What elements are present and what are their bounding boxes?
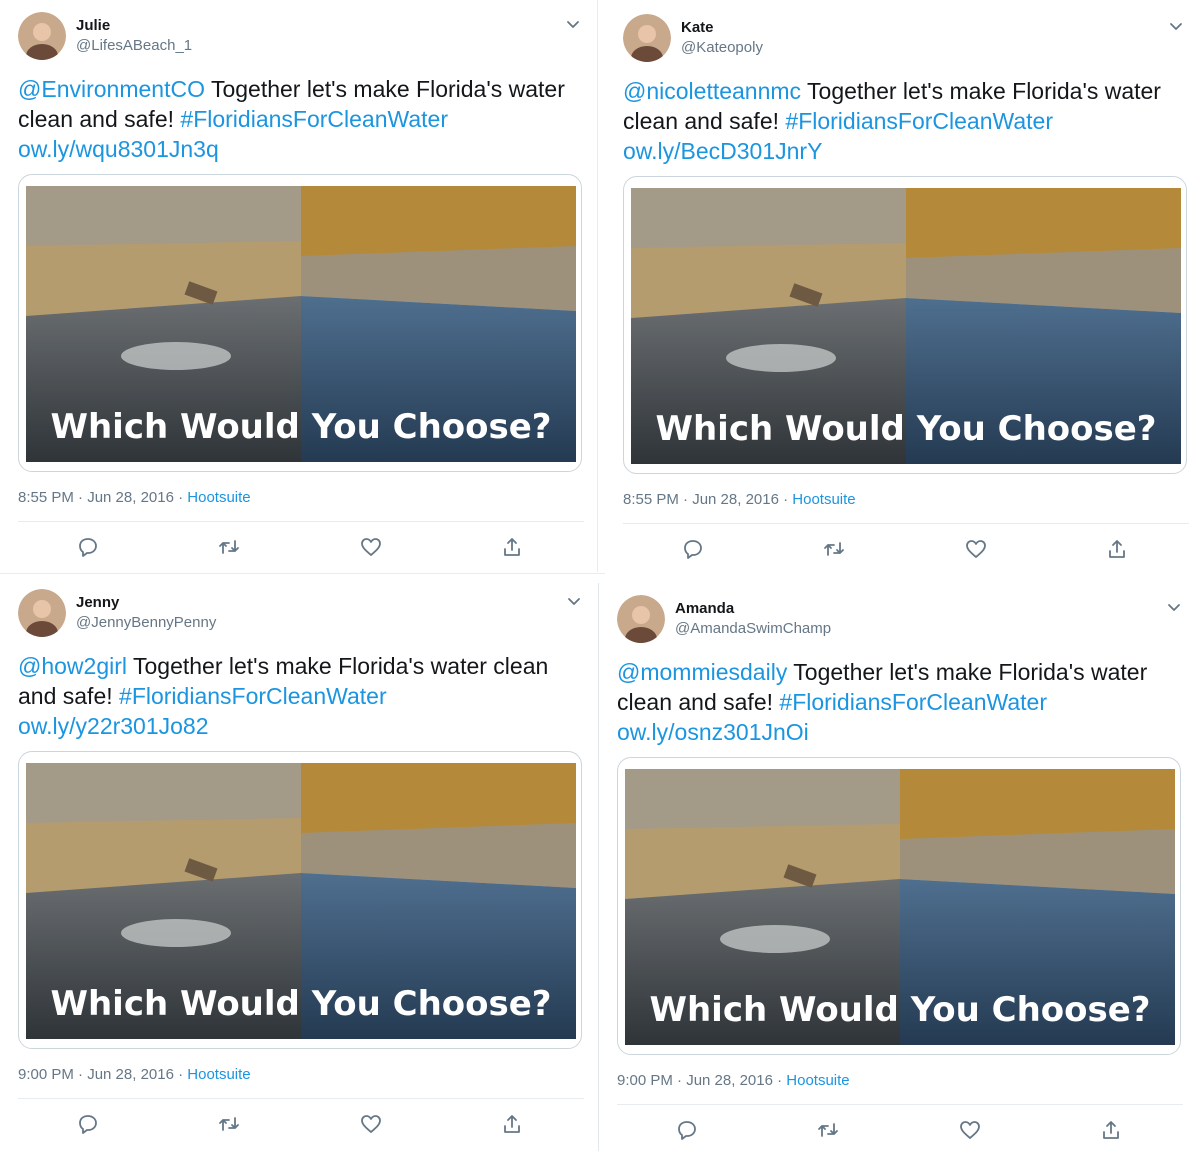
retweet-icon[interactable] bbox=[816, 1118, 840, 1142]
tweet-card-2[interactable]: Kate @Kateopoly @nicoletteannmc Together… bbox=[605, 2, 1200, 574]
tweet-image[interactable]: Which Would You Choose? bbox=[18, 174, 582, 472]
url-link[interactable]: ow.ly/BecD301JnrY bbox=[623, 138, 822, 164]
timestamp[interactable]: 9:00 PM · Jun 28, 2016 · bbox=[617, 1072, 786, 1089]
hashtag-link[interactable]: #FloridiansForCleanWater bbox=[779, 689, 1047, 715]
tweet-image[interactable]: Which Would You Choose? bbox=[617, 757, 1181, 1055]
chevron-down-icon[interactable] bbox=[1166, 599, 1182, 615]
reply-icon[interactable] bbox=[76, 1112, 100, 1136]
divider bbox=[18, 521, 584, 522]
tweet-text: @nicoletteannmc Together let's make Flor… bbox=[623, 76, 1183, 166]
user-handle[interactable]: @AmandaSwimChamp bbox=[675, 620, 831, 637]
timestamp[interactable]: 8:55 PM · Jun 28, 2016 · bbox=[18, 489, 187, 506]
tweet-card-1[interactable]: Julie @LifesABeach_1 @EnvironmentCO Toge… bbox=[0, 0, 598, 572]
action-bar bbox=[18, 533, 584, 561]
retweet-icon[interactable] bbox=[822, 537, 846, 561]
avatar[interactable] bbox=[617, 595, 665, 643]
display-name[interactable]: Julie bbox=[76, 17, 110, 34]
retweet-icon[interactable] bbox=[217, 1112, 241, 1136]
image-caption: Which Would You Choose? bbox=[649, 990, 1150, 1030]
url-link[interactable]: ow.ly/y22r301Jo82 bbox=[18, 713, 209, 739]
display-name[interactable]: Amanda bbox=[675, 600, 734, 617]
image-caption: Which Would You Choose? bbox=[50, 407, 551, 447]
reply-icon[interactable] bbox=[681, 537, 705, 561]
tweet-meta: 8:55 PM · Jun 28, 2016 · Hootsuite bbox=[623, 491, 856, 508]
retweet-icon[interactable] bbox=[217, 535, 241, 559]
tweet-meta: 9:00 PM · Jun 28, 2016 · Hootsuite bbox=[617, 1072, 850, 1089]
action-bar bbox=[617, 1116, 1183, 1144]
heart-icon[interactable] bbox=[964, 537, 988, 561]
divider bbox=[617, 1104, 1183, 1105]
hashtag-link[interactable]: #FloridiansForCleanWater bbox=[785, 108, 1053, 134]
avatar[interactable] bbox=[18, 589, 66, 637]
chevron-down-icon[interactable] bbox=[565, 16, 581, 32]
source-link[interactable]: Hootsuite bbox=[187, 489, 250, 506]
share-icon[interactable] bbox=[500, 1112, 524, 1136]
source-link[interactable]: Hootsuite bbox=[786, 1072, 849, 1089]
action-bar bbox=[623, 535, 1189, 563]
hashtag-link[interactable]: #FloridiansForCleanWater bbox=[119, 683, 387, 709]
display-name[interactable]: Jenny bbox=[76, 594, 119, 611]
reply-icon[interactable] bbox=[675, 1118, 699, 1142]
timestamp[interactable]: 9:00 PM · Jun 28, 2016 · bbox=[18, 1066, 187, 1083]
timestamp[interactable]: 8:55 PM · Jun 28, 2016 · bbox=[623, 491, 792, 508]
tweet-card-3[interactable]: Jenny @JennyBennyPenny @how2girl Togethe… bbox=[0, 577, 598, 1151]
chevron-down-icon[interactable] bbox=[566, 593, 582, 609]
hashtag-link[interactable]: #FloridiansForCleanWater bbox=[180, 106, 448, 132]
divider bbox=[18, 1098, 584, 1099]
heart-icon[interactable] bbox=[359, 1112, 383, 1136]
tweet-card-4[interactable]: Amanda @AmandaSwimChamp @mommiesdaily To… bbox=[598, 583, 1198, 1151]
reply-icon[interactable] bbox=[76, 535, 100, 559]
tweet-text: @EnvironmentCO Together let's make Flori… bbox=[18, 74, 578, 164]
tweet-text: @how2girl Together let's make Florida's … bbox=[18, 651, 578, 741]
tweet-image[interactable]: Which Would You Choose? bbox=[18, 751, 582, 1049]
url-link[interactable]: ow.ly/wqu8301Jn3q bbox=[18, 136, 219, 162]
display-name[interactable]: Kate bbox=[681, 19, 714, 36]
image-caption: Which Would You Choose? bbox=[655, 409, 1156, 449]
heart-icon[interactable] bbox=[958, 1118, 982, 1142]
user-handle[interactable]: @LifesABeach_1 bbox=[76, 37, 192, 54]
heart-icon[interactable] bbox=[359, 535, 383, 559]
avatar[interactable] bbox=[18, 12, 66, 60]
mention-link[interactable]: @mommiesdaily bbox=[617, 659, 787, 685]
tweet-image[interactable]: Which Would You Choose? bbox=[623, 176, 1187, 474]
mention-link[interactable]: @EnvironmentCO bbox=[18, 76, 205, 102]
user-handle[interactable]: @JennyBennyPenny bbox=[76, 614, 216, 631]
share-icon[interactable] bbox=[1105, 537, 1129, 561]
share-icon[interactable] bbox=[1099, 1118, 1123, 1142]
url-link[interactable]: ow.ly/osnz301JnOi bbox=[617, 719, 809, 745]
source-link[interactable]: Hootsuite bbox=[187, 1066, 250, 1083]
mention-link[interactable]: @how2girl bbox=[18, 653, 127, 679]
user-handle[interactable]: @Kateopoly bbox=[681, 39, 763, 56]
mention-link[interactable]: @nicoletteannmc bbox=[623, 78, 801, 104]
source-link[interactable]: Hootsuite bbox=[792, 491, 855, 508]
image-caption: Which Would You Choose? bbox=[50, 984, 551, 1024]
share-icon[interactable] bbox=[500, 535, 524, 559]
tweet-text: @mommiesdaily Together let's make Florid… bbox=[617, 657, 1177, 747]
divider bbox=[623, 523, 1189, 524]
tweet-meta: 9:00 PM · Jun 28, 2016 · Hootsuite bbox=[18, 1066, 251, 1083]
action-bar bbox=[18, 1110, 584, 1138]
tweet-meta: 8:55 PM · Jun 28, 2016 · Hootsuite bbox=[18, 489, 251, 506]
avatar[interactable] bbox=[623, 14, 671, 62]
chevron-down-icon[interactable] bbox=[1168, 18, 1184, 34]
